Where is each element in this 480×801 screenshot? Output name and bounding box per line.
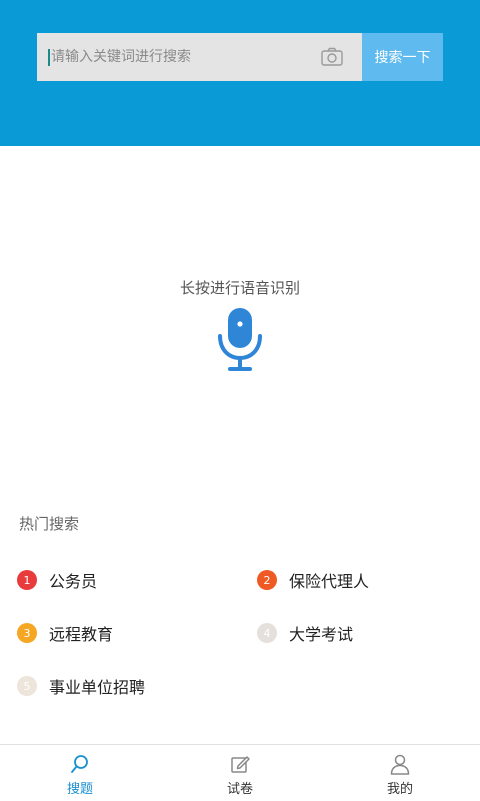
search-field-container — [37, 33, 362, 81]
voice-hint-text: 长按进行语音识别 — [179, 279, 300, 297]
tab-profile[interactable]: 我的 — [320, 745, 480, 801]
microphone-icon[interactable] — [216, 306, 264, 372]
rank-badge: 2 — [257, 570, 277, 590]
hot-search-label: 公务员 — [49, 572, 98, 591]
search-button[interactable]: 搜索一下 — [362, 33, 443, 81]
hot-search-label: 保险代理人 — [289, 572, 370, 591]
tab-label: 我的 — [386, 782, 413, 797]
rank-badge: 1 — [17, 570, 37, 590]
rank-badge: 5 — [17, 676, 37, 696]
search-bar: 搜索一下 — [37, 33, 443, 81]
hot-search-label: 事业单位招聘 — [49, 678, 146, 697]
hot-search-item[interactable]: 4 大学考试 — [257, 621, 353, 645]
header-bar: 搜索一下 — [0, 0, 480, 146]
edit-icon — [231, 756, 250, 773]
hot-search-item[interactable]: 5 事业单位招聘 — [17, 674, 145, 698]
user-icon — [390, 754, 410, 775]
rank-badge: 4 — [257, 623, 277, 643]
camera-icon[interactable] — [321, 47, 343, 67]
bottom-tab-bar: 搜题 试卷 我的 — [0, 744, 480, 801]
tab-search[interactable]: 搜题 — [0, 745, 160, 801]
hot-search-item[interactable]: 1 公务员 — [17, 568, 97, 592]
tab-papers[interactable]: 试卷 — [160, 745, 320, 801]
search-input[interactable] — [37, 33, 317, 81]
hot-search-item[interactable]: 2 保险代理人 — [257, 568, 369, 592]
hot-search-title: 热门搜索 — [19, 515, 80, 533]
hot-search-label: 大学考试 — [289, 625, 354, 644]
rank-badge: 3 — [17, 623, 37, 643]
hot-search-label: 远程教育 — [49, 625, 114, 644]
tab-label: 搜题 — [66, 782, 93, 797]
tab-label: 试卷 — [226, 782, 253, 797]
hot-search-item[interactable]: 3 远程教育 — [17, 621, 113, 645]
search-icon — [71, 755, 88, 773]
